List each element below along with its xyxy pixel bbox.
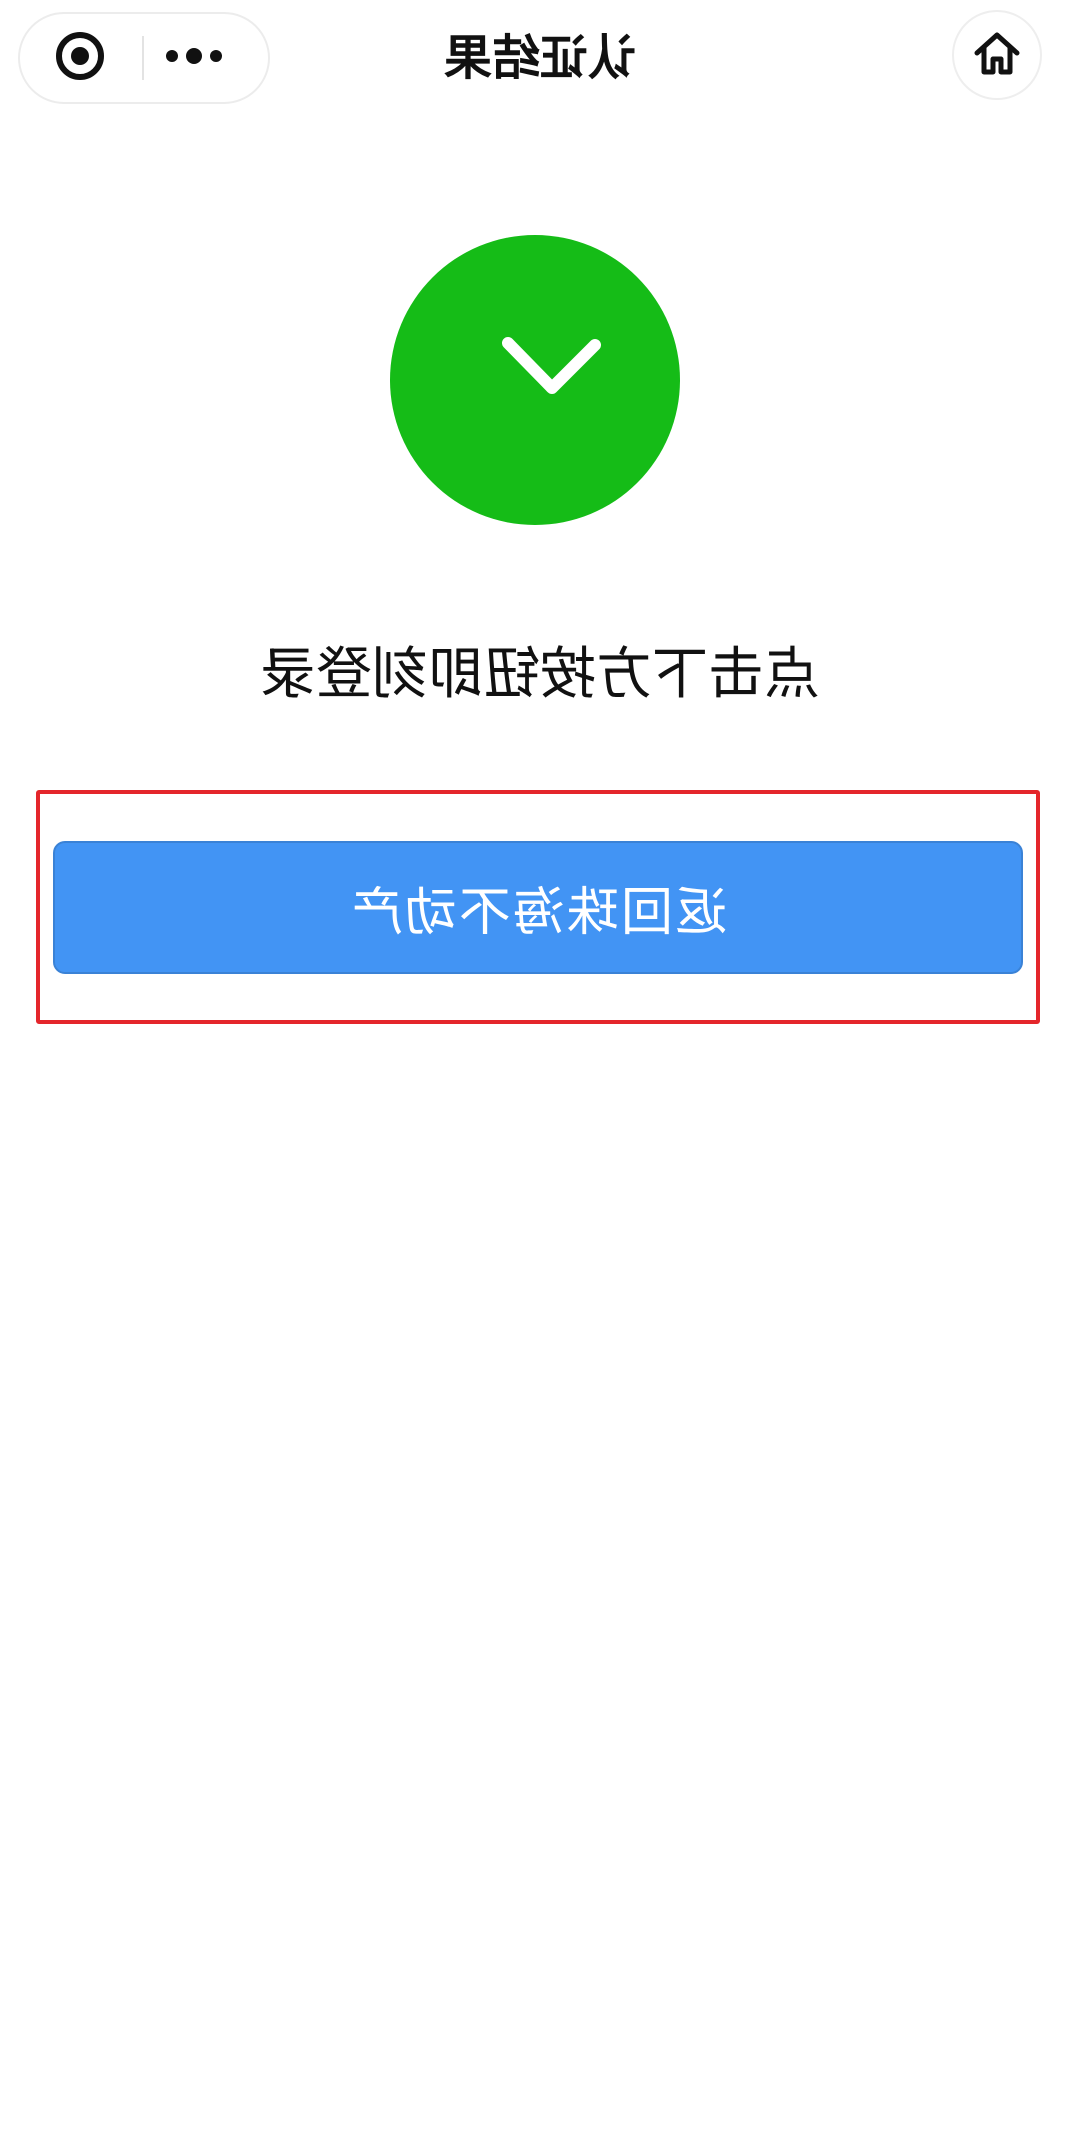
capsule-divider [142, 36, 144, 80]
target-close-icon [54, 30, 106, 86]
more-dots-icon [164, 48, 224, 68]
home-icon [971, 27, 1023, 83]
mirrored-page: 认证结果 点击下方按钮即刻登录 返回珠海不动产 [0, 0, 1080, 2132]
home-button[interactable] [952, 10, 1042, 100]
more-button[interactable] [146, 14, 242, 102]
top-nav-bar: 认证结果 [0, 0, 1080, 120]
login-instruction: 点击下方按钮即刻登录 [150, 635, 930, 715]
success-circle [390, 235, 680, 525]
return-zhuhai-real-estate-button[interactable]: 返回珠海不动产 [53, 841, 1023, 974]
login-instruction-text: 点击下方按钮即刻登录 [260, 642, 820, 707]
return-button-label: 返回珠海不动产 [349, 883, 728, 943]
page-title: 认证结果 [340, 28, 740, 88]
close-button[interactable] [32, 14, 128, 102]
success-check-icon [390, 235, 680, 525]
page-title-text: 认证结果 [444, 30, 637, 86]
menu-capsule [18, 12, 270, 104]
